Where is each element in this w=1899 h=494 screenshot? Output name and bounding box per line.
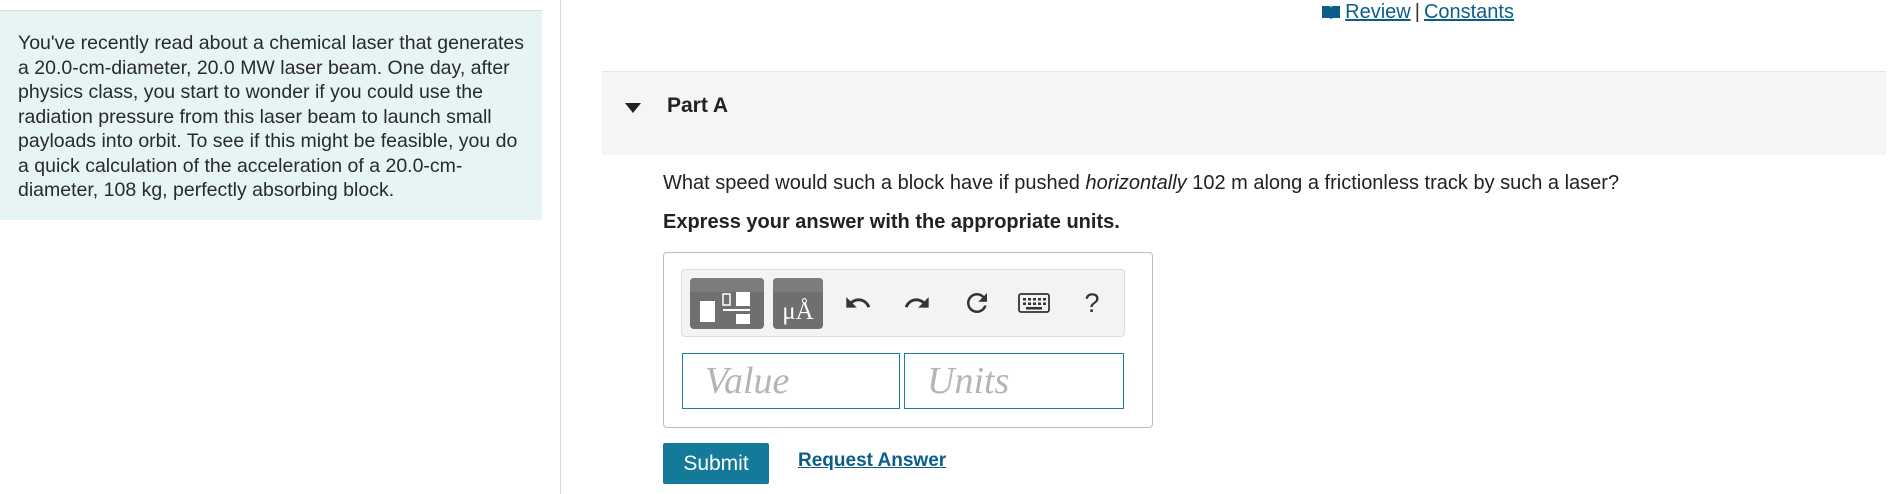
top-links: Review | Constants — [1321, 1, 1514, 24]
math-toolbar: μÅ ? — [681, 269, 1125, 337]
part-header[interactable]: Part A — [602, 71, 1886, 155]
units-input[interactable] — [904, 353, 1124, 409]
book-icon — [1322, 6, 1341, 20]
question-emphasis: horizontally — [1085, 172, 1187, 194]
panel-divider — [560, 0, 561, 494]
undo-icon — [846, 297, 871, 308]
question-before: What speed would such a block have if pu… — [663, 172, 1086, 194]
caret-down-icon[interactable] — [624, 102, 642, 114]
units-icon: μÅ — [782, 298, 814, 325]
templates-button[interactable] — [690, 278, 764, 329]
keyboard-icon — [1018, 293, 1050, 313]
question-text: What speed would such a block have if pu… — [663, 172, 1619, 195]
answer-box: μÅ ? Value Units — [663, 252, 1153, 428]
keyboard-button[interactable] — [1016, 284, 1052, 322]
problem-intro-text: You've recently read about a chemical la… — [18, 32, 524, 201]
problem-intro: You've recently read about a chemical la… — [0, 10, 542, 220]
request-answer-link[interactable]: Request Answer — [798, 450, 946, 472]
redo-icon — [904, 297, 929, 308]
link-separator: | — [1414, 1, 1420, 23]
help-button[interactable]: ? — [1074, 284, 1110, 322]
reset-button[interactable] — [959, 284, 995, 322]
value-input[interactable] — [682, 353, 900, 409]
units-button[interactable]: μÅ — [773, 278, 823, 329]
undo-button[interactable] — [840, 284, 876, 322]
constants-link[interactable]: Constants — [1424, 1, 1514, 23]
help-icon: ? — [1084, 287, 1100, 318]
redo-button[interactable] — [899, 284, 935, 322]
question-after: 102 m along a frictionless track by such… — [1186, 172, 1620, 194]
submit-button[interactable]: Submit — [663, 443, 769, 484]
review-label: Review — [1345, 1, 1411, 23]
templates-icon — [700, 292, 750, 324]
part-title: Part A — [667, 94, 729, 117]
left-panel: You've recently read about a chemical la… — [0, 0, 560, 494]
answer-instruction: Express your answer with the appropriate… — [663, 211, 1120, 233]
reset-icon — [967, 293, 987, 313]
review-link[interactable]: Review — [1321, 1, 1411, 23]
